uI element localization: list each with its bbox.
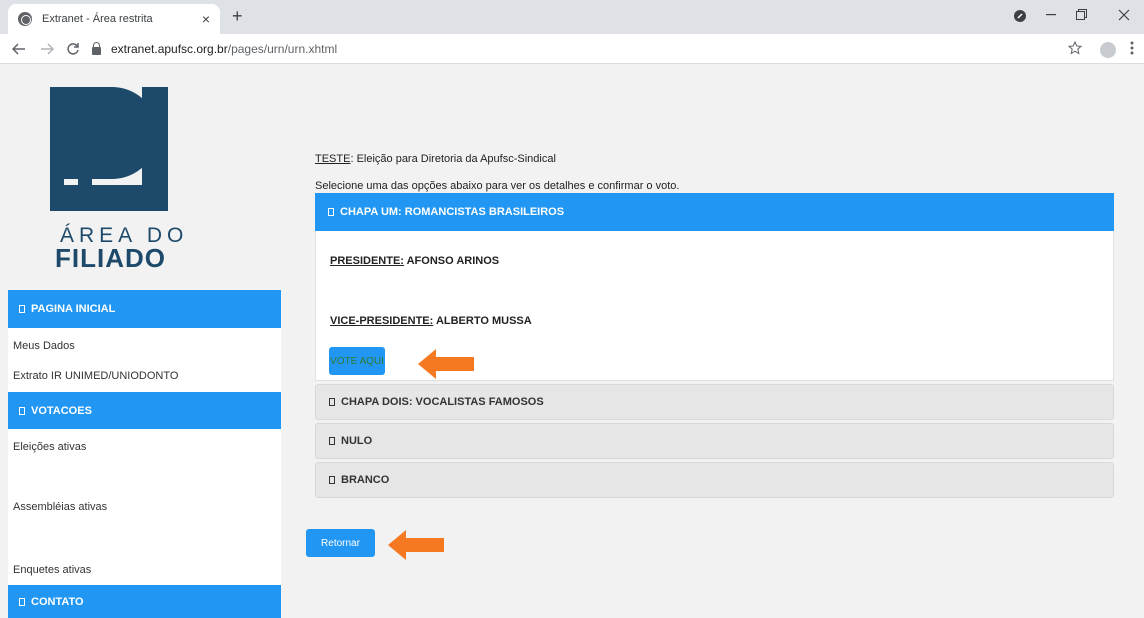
url-field[interactable]: extranet.apufsc.org.br/pages/urn/urn.xht… (92, 38, 1092, 60)
sidebar-header-label: PAGINA INICIAL (31, 303, 116, 315)
placeholder-glyph-icon (329, 398, 335, 406)
sidebar-header-label: CONTATO (31, 596, 84, 608)
title-prefix: TESTE (315, 153, 351, 165)
sidebar-header-pagina-inicial[interactable]: PAGINA INICIAL (8, 290, 281, 328)
tab-title: Extranet - Área restrita (42, 13, 153, 25)
placeholder-glyph-icon (329, 437, 335, 445)
forward-arrow-icon[interactable] (40, 43, 54, 55)
sidebar-link-meus-dados[interactable]: Meus Dados (8, 340, 75, 352)
sidebar-header-contato[interactable]: CONTATO (8, 585, 281, 618)
sidebar-header-label: VOTACOES (31, 404, 92, 417)
lock-icon (92, 41, 101, 55)
role-label: VICE-PRESIDENTE: (330, 315, 434, 327)
placeholder-glyph-icon (329, 476, 335, 484)
url-path: /pages/urn/urn.xhtml (227, 42, 338, 56)
option-label: CHAPA DOIS: VOCALISTAS FAMOSOS (341, 396, 544, 408)
candidate-name: ALBERTO MUSSA (433, 315, 532, 327)
option-chapa-dois-header[interactable]: CHAPA DOIS: VOCALISTAS FAMOSOS (315, 384, 1114, 420)
role-label: PRESIDENTE: (330, 255, 404, 267)
close-window-icon[interactable] (1118, 9, 1130, 21)
placeholder-glyph-icon (19, 406, 25, 415)
sidebar-link-assembleias-ativas[interactable]: Assembléias ativas (8, 501, 107, 513)
browser-tab[interactable]: Extranet - Área restrita × (8, 4, 220, 34)
page-subtitle: Selecione uma das opções abaixo para ver… (315, 180, 680, 192)
sidebar-header-votacoes[interactable]: VOTACOES (8, 392, 281, 429)
sidebar-menu: PAGINA INICIAL Meus Dados Extrato IR UNI… (8, 290, 281, 618)
url-host: extranet.apufsc.org.br (111, 42, 228, 56)
bookmark-star-icon[interactable] (1068, 41, 1082, 55)
sidebar-link-extrato-ir[interactable]: Extrato IR UNIMED/UNIODONTO (8, 370, 178, 382)
tab-close-button[interactable]: × (202, 11, 210, 27)
option-nulo-header[interactable]: NULO (315, 423, 1114, 459)
placeholder-glyph-icon (19, 305, 25, 313)
option-branco-header[interactable]: BRANCO (315, 462, 1114, 498)
option-label: CHAPA UM: ROMANCISTAS BRASILEIROS (340, 206, 565, 218)
browser-tab-bar: Extranet - Área restrita × + (0, 0, 1144, 34)
sidebar-section-body: Eleições ativas Assembléias ativas Enque… (8, 429, 281, 585)
option-label: NULO (341, 435, 373, 447)
reload-icon[interactable] (66, 42, 80, 56)
arrow-left-icon (418, 349, 474, 379)
profile-avatar-icon[interactable] (1100, 42, 1116, 58)
page: ÁREA DO FILIADO PAGINA INICIAL Meus Dado… (0, 65, 1144, 618)
vote-here-button[interactable]: VOTE AQUI (329, 347, 385, 375)
page-title: TESTE: Eleição para Diretoria da Apufsc-… (315, 153, 556, 165)
address-bar: extranet.apufsc.org.br/pages/urn/urn.xht… (0, 34, 1144, 64)
back-arrow-icon[interactable] (12, 43, 26, 55)
placeholder-glyph-icon (328, 208, 334, 216)
candidate-vice-president: VICE-PRESIDENTE: ALBERTO MUSSA (330, 315, 532, 327)
candidate-name: AFONSO ARINOS (403, 255, 500, 267)
return-button[interactable]: Retornar (306, 529, 375, 557)
sidebar-link-enquetes-ativas[interactable]: Enquetes ativas (8, 564, 91, 576)
minimize-icon[interactable] (1046, 14, 1058, 16)
candidate-president: PRESIDENTE: AFONSO ARINOS (330, 255, 499, 267)
sidebar-link-eleicoes-ativas[interactable]: Eleições ativas (8, 441, 86, 453)
sidebar-section-body: Meus Dados Extrato IR UNIMED/UNIODONTO (8, 328, 281, 392)
extension-icon[interactable] (1014, 10, 1026, 22)
placeholder-glyph-icon (19, 598, 25, 606)
arrow-left-icon (388, 530, 444, 560)
option-chapa-um-header[interactable]: CHAPA UM: ROMANCISTAS BRASILEIROS (315, 193, 1114, 231)
logo-text-filiado: FILIADO (55, 243, 166, 273)
option-label: BRANCO (341, 474, 390, 486)
menu-kebab-icon[interactable] (1130, 41, 1134, 55)
title-rest: : Eleição para Diretoria da Apufsc-Sindi… (350, 153, 556, 165)
globe-icon (18, 12, 32, 26)
restore-icon[interactable] (1076, 9, 1088, 21)
voting-options-accordion: CHAPA UM: ROMANCISTAS BRASILEIROS PRESID… (315, 193, 1114, 498)
new-tab-button[interactable]: + (232, 6, 243, 27)
